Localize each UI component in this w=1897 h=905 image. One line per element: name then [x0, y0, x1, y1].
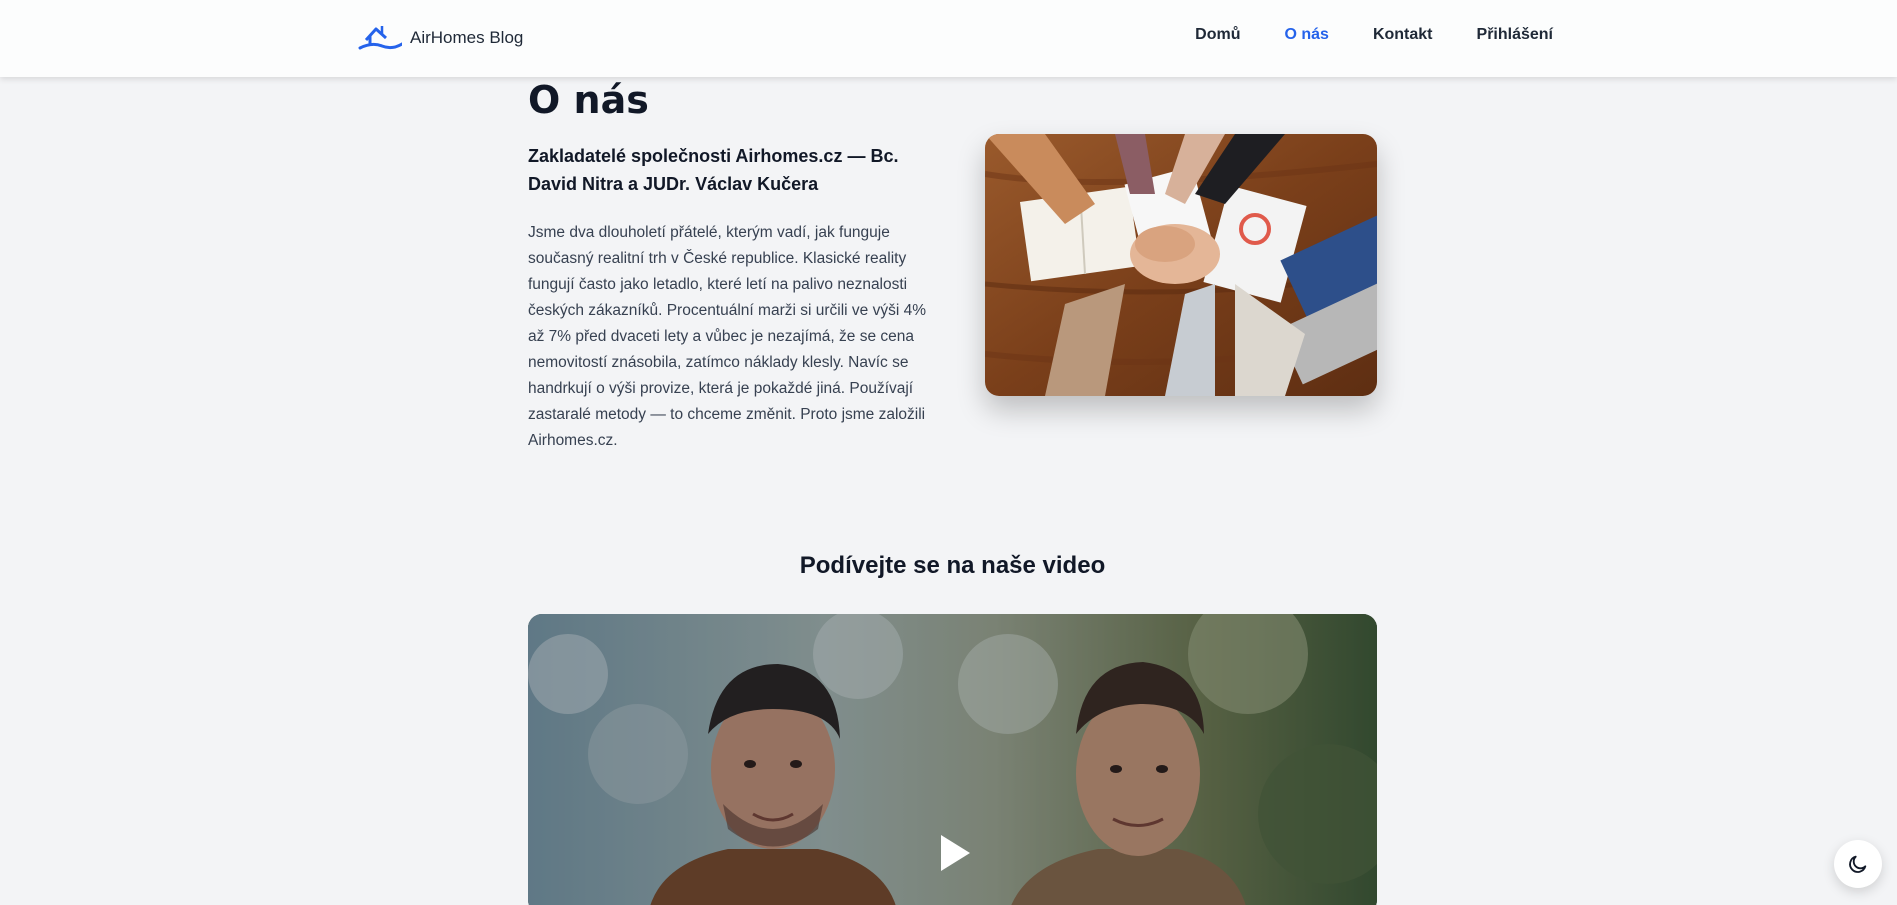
- nav-home[interactable]: Domů: [1195, 26, 1240, 44]
- nav-about[interactable]: O nás: [1284, 26, 1328, 44]
- brand-link[interactable]: AirHomes Blog: [358, 22, 523, 54]
- moon-icon: [1849, 855, 1867, 873]
- founders-subtitle: Zakladatelé společnosti Airhomes.cz — Bc…: [528, 146, 899, 194]
- brand-name: AirHomes Blog: [410, 28, 524, 47]
- house-logo-icon: [358, 26, 402, 50]
- page-title: O nás: [528, 78, 649, 122]
- video-section-title: Podívejte se na naše video: [799, 552, 1106, 579]
- site-header: AirHomes Blog Domů O nás Kontakt Přihláš…: [0, 0, 1897, 77]
- theme-toggle-button[interactable]: [1834, 840, 1882, 888]
- team-hands-image: [985, 134, 1377, 396]
- about-text: Jsme dva dlouholetí přátelé, kterým vadí…: [528, 224, 926, 449]
- nav-login[interactable]: Přihlášení: [1477, 26, 1553, 44]
- main-nav: Domů O nás Kontakt Přihlášení: [1195, 26, 1553, 44]
- nav-contact[interactable]: Kontakt: [1373, 26, 1433, 44]
- team-photo: [985, 134, 1377, 396]
- play-icon[interactable]: [937, 832, 973, 874]
